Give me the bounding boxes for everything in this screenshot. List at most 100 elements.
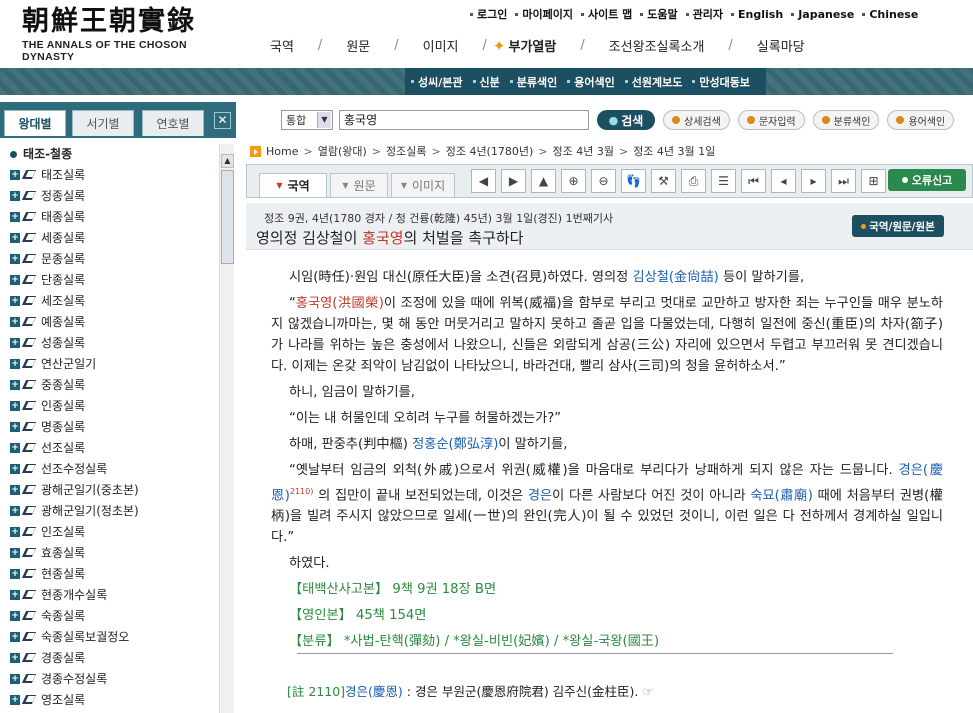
multi-view-button[interactable]: 국역/원문/원본 bbox=[852, 215, 944, 237]
first-page-icon[interactable]: ⏮ bbox=[741, 169, 766, 193]
tree-item[interactable]: + 현종개수실록 bbox=[0, 584, 218, 605]
search-scope-select[interactable]: 통합 ▼ bbox=[281, 110, 333, 130]
tab-original[interactable]: ▼ 원문 bbox=[330, 173, 388, 197]
expand-plus-icon[interactable]: + bbox=[10, 652, 20, 663]
subnav-mansung[interactable]: 만성대동보 bbox=[692, 74, 750, 90]
expand-plus-icon[interactable]: + bbox=[10, 379, 20, 390]
nav-introduction[interactable]: 조선왕조실록소개 bbox=[609, 36, 705, 55]
nav-additional[interactable]: ✦ 부가열람 bbox=[493, 36, 556, 56]
expand-plus-icon[interactable]: + bbox=[10, 505, 20, 516]
person-link-sukmyo[interactable]: 숙묘(肅廟) bbox=[750, 488, 813, 503]
category-index-button[interactable]: 분류색인 bbox=[812, 110, 880, 130]
expand-plus-icon[interactable]: + bbox=[10, 253, 20, 264]
tree-item[interactable]: + 성종실록 bbox=[0, 332, 218, 353]
tree-item[interactable]: + 단종실록 bbox=[0, 269, 218, 290]
expand-plus-icon[interactable]: + bbox=[10, 547, 20, 558]
scroll-thumb[interactable] bbox=[221, 170, 234, 264]
english-link[interactable]: English bbox=[731, 6, 783, 22]
expand-plus-icon[interactable]: + bbox=[10, 526, 20, 537]
up-level-icon[interactable]: ▲ bbox=[531, 169, 556, 193]
footnote-term[interactable]: 경은(慶恩) bbox=[345, 684, 403, 699]
expand-plus-icon[interactable]: + bbox=[10, 442, 20, 453]
breadcrumb-month[interactable]: 정조 4년 3월 bbox=[552, 143, 613, 159]
tree-item[interactable]: + 경종수정실록 bbox=[0, 668, 218, 689]
site-logo[interactable]: 朝鮮王朝實錄 THE ANNALS OF THE CHOSON DYNASTY bbox=[22, 6, 222, 63]
tree-item[interactable]: + 정종실록 bbox=[0, 185, 218, 206]
expand-plus-icon[interactable]: + bbox=[10, 589, 20, 600]
admin-link[interactable]: 관리자 bbox=[686, 6, 723, 22]
tree-item[interactable]: + 태조실록 bbox=[0, 164, 218, 185]
tree-item[interactable]: + 광해군일기(정초본) bbox=[0, 500, 218, 521]
footnote-ref[interactable]: 2110) bbox=[290, 487, 313, 496]
expand-plus-icon[interactable]: + bbox=[10, 169, 20, 180]
expand-plus-icon[interactable]: + bbox=[10, 421, 20, 432]
tree-item[interactable]: + 연산군일기 bbox=[0, 353, 218, 374]
tree-item[interactable]: + 선조수정실록 bbox=[0, 458, 218, 479]
expand-plus-icon[interactable]: + bbox=[10, 673, 20, 684]
subnav-genealogy[interactable]: 선원계보도 bbox=[625, 74, 683, 90]
tree-item[interactable]: + 세종실록 bbox=[0, 227, 218, 248]
expand-plus-icon[interactable]: + bbox=[10, 463, 20, 474]
tree-scrollbar[interactable]: ▲ bbox=[219, 144, 234, 713]
expand-plus-icon[interactable]: + bbox=[10, 190, 20, 201]
tree-item[interactable]: + 광해군일기(중초본) bbox=[0, 479, 218, 500]
expand-plus-icon[interactable]: + bbox=[10, 358, 20, 369]
expand-plus-icon[interactable]: + bbox=[10, 295, 20, 306]
tools-icon[interactable]: ⚒ bbox=[651, 169, 676, 193]
expand-plus-icon[interactable]: + bbox=[10, 232, 20, 243]
expand-plus-icon[interactable]: + bbox=[10, 274, 20, 285]
breadcrumb-browse[interactable]: 열람(왕대) bbox=[318, 143, 367, 159]
sitemap-link[interactable]: 사이트 맵 bbox=[581, 6, 632, 22]
person-link-gyeongeun[interactable]: 경은 bbox=[528, 488, 552, 503]
tree-item[interactable]: + 효종실록 bbox=[0, 542, 218, 563]
expand-plus-icon[interactable]: + bbox=[10, 568, 20, 579]
expand-plus-icon[interactable]: + bbox=[10, 211, 20, 222]
list-icon[interactable]: ☰ bbox=[711, 169, 736, 193]
tree-item[interactable]: + 인조실록 bbox=[0, 521, 218, 542]
tree-item[interactable]: + 세조실록 bbox=[0, 290, 218, 311]
last-page-icon[interactable]: ⏭ bbox=[831, 169, 856, 193]
person-link-kim-sangcheol[interactable]: 김상철(金尙喆) bbox=[633, 270, 719, 285]
scroll-up-icon[interactable]: ▲ bbox=[221, 154, 234, 168]
tab-image[interactable]: ▼ 이미지 bbox=[391, 173, 455, 197]
tab-by-king[interactable]: 왕대별 bbox=[4, 110, 66, 136]
chinese-link[interactable]: Chinese bbox=[862, 6, 918, 22]
tree-item[interactable]: + 태종실록 bbox=[0, 206, 218, 227]
tree-item[interactable]: + 현종실록 bbox=[0, 563, 218, 584]
nav-image[interactable]: 이미지 bbox=[423, 36, 459, 55]
tree-item[interactable]: + 숙종실록보궐정오 bbox=[0, 626, 218, 647]
term-index-button[interactable]: 용어색인 bbox=[887, 110, 955, 130]
breadcrumb-home[interactable]: Home bbox=[266, 145, 298, 158]
pointing-hand-icon[interactable]: ☞ bbox=[642, 684, 653, 699]
tree-item[interactable]: + 경종실록 bbox=[0, 647, 218, 668]
expand-plus-icon[interactable]: + bbox=[10, 400, 20, 411]
tree-root[interactable]: 태조-철종 bbox=[0, 144, 218, 164]
tree-item[interactable]: + 인종실록 bbox=[0, 395, 218, 416]
print-icon[interactable]: ⎙ bbox=[681, 169, 706, 193]
zoom-in-icon[interactable]: ⊕ bbox=[561, 169, 586, 193]
expand-plus-icon[interactable]: + bbox=[10, 316, 20, 327]
tree-item[interactable]: + 중종실록 bbox=[0, 374, 218, 395]
breadcrumb-annals[interactable]: 정조실록 bbox=[386, 143, 426, 159]
tree-item[interactable]: + 예종실록 bbox=[0, 311, 218, 332]
next-page-icon[interactable]: ▸ bbox=[801, 169, 826, 193]
prev-page-icon[interactable]: ◂ bbox=[771, 169, 796, 193]
nav-translation[interactable]: 국역 bbox=[270, 36, 294, 55]
tree-item[interactable]: + 영조실록 bbox=[0, 689, 218, 710]
tree-item[interactable]: + 선조실록 bbox=[0, 437, 218, 458]
breadcrumb-year[interactable]: 정조 4년(1780년) bbox=[446, 143, 534, 159]
tree-item[interactable]: + 문종실록 bbox=[0, 248, 218, 269]
subnav-term-index[interactable]: 용어색인 bbox=[567, 74, 614, 90]
person-link-hong-gukyeong[interactable]: 홍국영(洪國榮) bbox=[296, 296, 384, 311]
subnav-surname[interactable]: 성씨/본관 bbox=[411, 74, 463, 90]
prev-article-icon[interactable]: ◀ bbox=[471, 169, 496, 193]
japanese-link[interactable]: Japanese bbox=[791, 6, 854, 22]
add-note-icon[interactable]: ⊞ bbox=[861, 169, 886, 193]
mypage-link[interactable]: 마이페이지 bbox=[515, 6, 573, 22]
tree-item[interactable]: + 명종실록 bbox=[0, 416, 218, 437]
subnav-category-index[interactable]: 분류색인 bbox=[510, 74, 557, 90]
search-button[interactable]: ● 검색 bbox=[597, 110, 655, 130]
nav-madang[interactable]: 실록마당 bbox=[757, 36, 805, 55]
tree-item[interactable]: + 숙종실록 bbox=[0, 605, 218, 626]
expand-plus-icon[interactable]: + bbox=[10, 631, 20, 642]
